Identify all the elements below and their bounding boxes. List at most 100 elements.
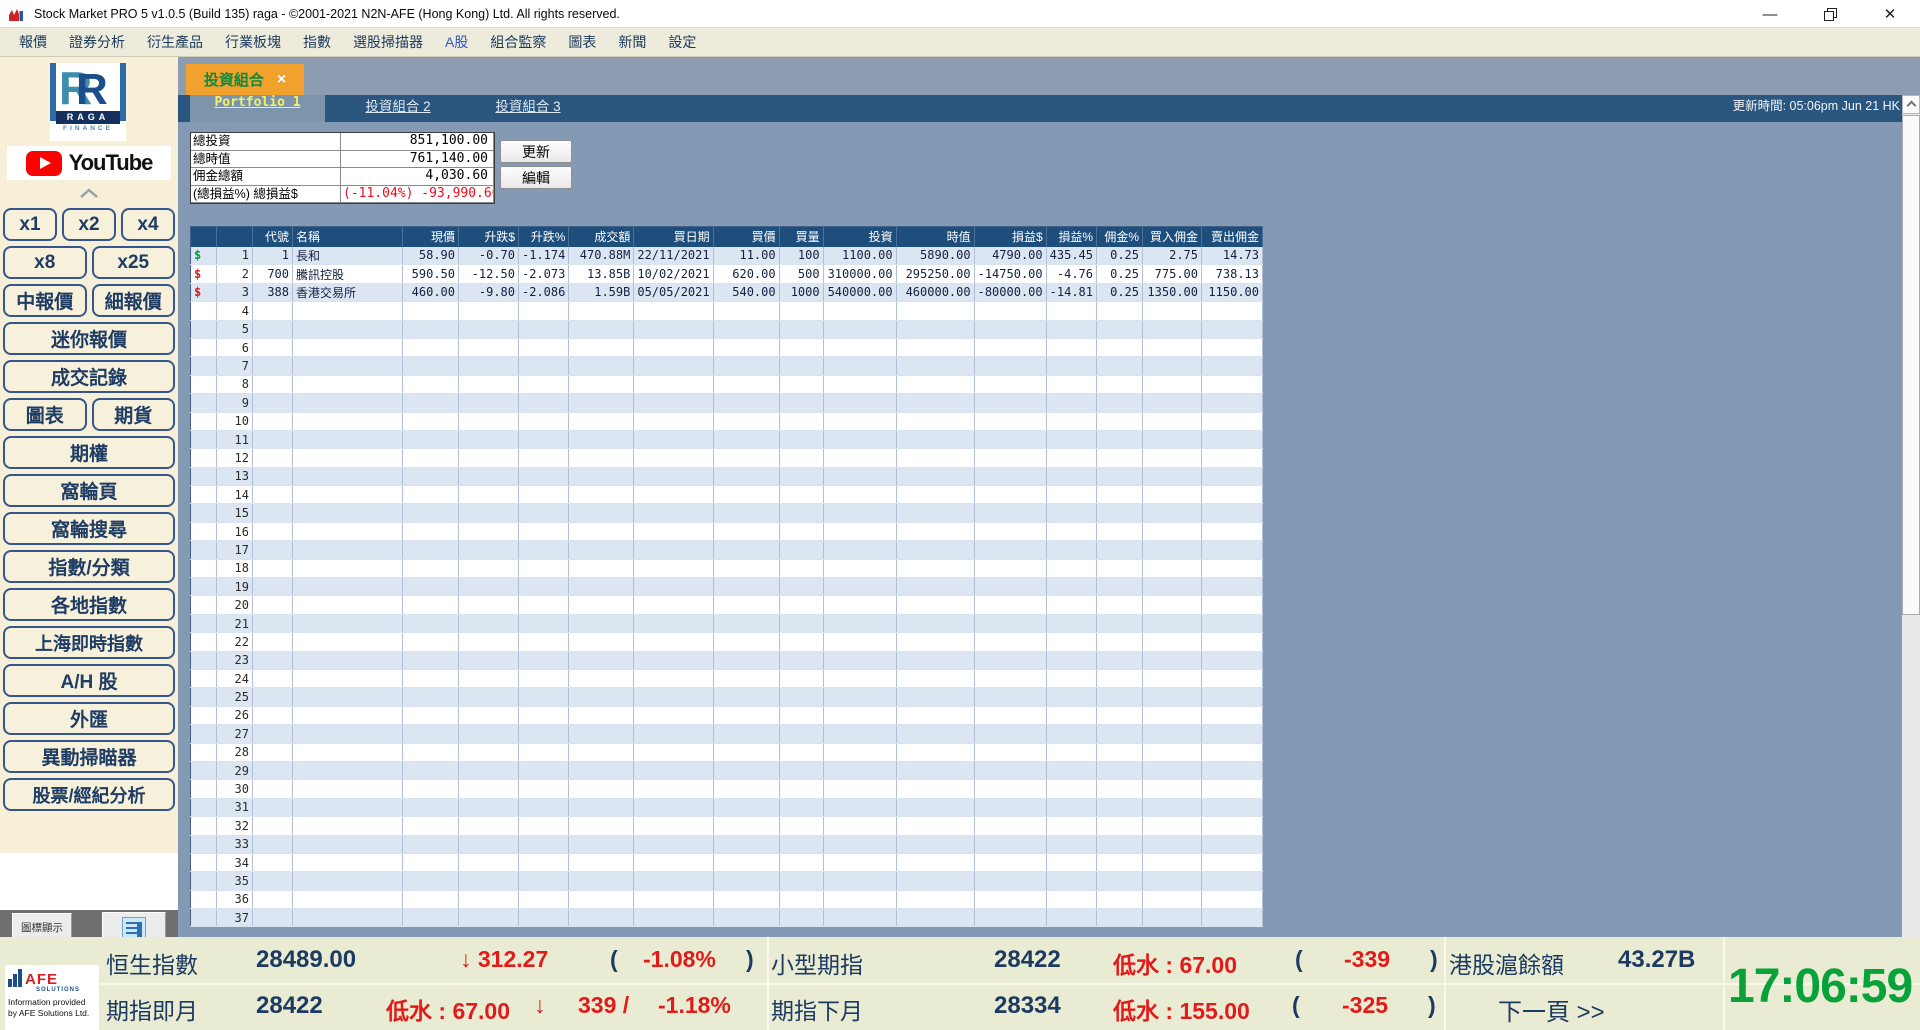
paren: ( [1295,946,1303,972]
tab-portfolio-1[interactable]: Portfolio 1 [190,95,325,122]
table-row-empty[interactable]: 33 [190,835,1263,854]
table-row-empty[interactable]: 16 [190,522,1263,542]
menu-item-1[interactable]: 報價 [19,32,47,52]
youtube-banner[interactable]: YouTube [7,146,171,180]
table-row-empty[interactable]: 18 [190,559,1263,579]
table-row-empty[interactable]: 23 [190,651,1263,670]
menu-item-3[interactable]: 衍生產品 [147,32,203,52]
menu-item-4[interactable]: 行業板塊 [225,32,281,52]
table-row-empty[interactable]: 26 [190,706,1263,726]
sidebar-button[interactable]: 指數/分類 [3,550,175,583]
document-tab-portfolio[interactable]: 投資組合 × [186,64,304,95]
table-row-empty[interactable]: 7 [190,356,1263,376]
tab-close-icon[interactable]: × [277,71,286,89]
table-row[interactable]: $3 388 香港交易所 460.00 -9.80 -2.086 1.59B 05/05/20… [190,283,1263,303]
hsi-pct: -1.08% [643,946,716,972]
table-row-empty[interactable]: 25 [190,687,1263,707]
table-row-empty[interactable]: 20 [190,595,1263,615]
sidebar-button[interactable]: 中報價 [3,284,87,317]
table-row-empty[interactable]: 14 [190,485,1263,505]
sidebar-button[interactable]: 期貨 [91,398,175,431]
sidebar-button[interactable]: 成交記錄 [3,360,175,393]
mini-futures-low: 低水 : 67.00 [1113,952,1237,978]
scrollbar[interactable] [1902,95,1920,937]
table-row-empty[interactable]: 28 [190,743,1263,762]
sidebar-button[interactable]: 細報價 [91,284,175,317]
sidebar-button[interactable]: 各地指數 [3,588,175,621]
clock: 17:06:59 [1728,960,1913,1013]
table-row-empty[interactable]: 22 [190,632,1263,652]
sidebar-button[interactable]: 外匯 [3,702,175,735]
sidebar-button[interactable]: 上海即時指數 [3,626,175,659]
sidebar-button[interactable]: 異動掃瞄器 [3,740,175,773]
document-tab-label: 投資組合 [203,72,264,89]
futures-low: 低水 : 67.00 [386,998,510,1024]
next-page-link[interactable]: 下一頁 >> [1498,992,1605,1027]
sidebar-button[interactable]: 圖表 [3,398,87,431]
table-row-empty[interactable]: 30 [190,779,1263,799]
app-logo-icon [8,5,24,22]
menu-item-8[interactable]: 組合監察 [490,32,546,52]
edit-button[interactable]: 編輯 [500,166,572,189]
menu-item-10[interactable]: 新聞 [618,32,646,52]
table-row-empty[interactable]: 19 [190,577,1263,597]
close-button[interactable]: ✕ [1868,0,1912,28]
table-row-empty[interactable]: 32 [190,816,1263,836]
mini-futures-value: 28422 [994,946,1061,973]
column-header: 佣金% [1096,226,1143,247]
sidebar-button[interactable]: 窩輪頁 [3,474,175,507]
table-row-empty[interactable]: 6 [190,338,1263,358]
table-row-empty[interactable]: 17 [190,540,1263,560]
table-row-empty[interactable]: 36 [190,890,1263,910]
sidebar-button[interactable]: A/H 股 [3,664,175,697]
table-row-empty[interactable]: 35 [190,871,1263,891]
sidebar-button[interactable]: 股票/經紀分析 [3,778,175,811]
table-row-empty[interactable]: 24 [190,669,1263,689]
table-row-empty[interactable]: 21 [190,614,1263,634]
sidebar-buttons: x1 x2 x4 x8 x25 中報價 細報價迷你報價成交記錄圖表 期貨期權窩輪頁窩輪搜尋指數… [0,208,178,816]
table-row-empty[interactable]: 31 [190,798,1263,818]
table-row-empty[interactable]: 15 [190,503,1263,523]
table-row-empty[interactable]: 29 [190,761,1263,781]
table-row-empty[interactable]: 9 [190,393,1263,413]
sidebar-button[interactable]: 窩輪搜尋 [3,512,175,545]
table-row-empty[interactable]: 12 [190,448,1263,468]
portfolio-panel: 總投資 851,100.00 總時值 761,140.00 佣金總額 4,030… [178,122,1902,937]
table-row-empty[interactable]: 8 [190,375,1263,395]
table-row[interactable]: $1 1 長和 58.90 -0.70 -1.174 470.88M 22/11/2021 11… [190,246,1263,266]
scrollbar-thumb[interactable] [1902,115,1920,615]
sidebar-button[interactable]: 期權 [3,436,175,469]
menu-item-5[interactable]: 指數 [303,32,331,52]
restore-icon[interactable] [1808,0,1852,28]
menu-item-2[interactable]: 證券分析 [69,32,125,52]
menu-item-11[interactable]: 設定 [668,32,696,52]
minimize-button[interactable]: — [1748,0,1792,28]
table-row-empty[interactable]: 13 [190,467,1263,487]
table-row-empty[interactable]: 5 [190,320,1263,339]
summary-value: 4,030.60 [341,168,494,186]
sidebar-button[interactable]: x25 [91,246,175,279]
table-row-empty[interactable]: 27 [190,724,1263,744]
table-row-empty[interactable]: 34 [190,853,1263,873]
sidebar-button[interactable]: x2 [62,208,116,241]
table-row-empty[interactable]: 37 [190,908,1263,928]
tab-portfolio-3[interactable]: 投資組合 3 [468,95,588,122]
sidebar-button[interactable]: 迷你報價 [3,322,175,355]
sidebar-button[interactable]: x4 [121,208,175,241]
sidebar-button[interactable]: x8 [3,246,87,279]
collapse-chevron-icon[interactable] [0,185,178,203]
logo-sub-text: FINANCE [63,125,113,132]
tab-portfolio-2[interactable]: 投資組合 2 [338,95,458,122]
menu-item-6[interactable]: 選股掃描器 [353,32,423,52]
table-row[interactable]: $2 700 騰訊控股 590.50 -12.50 -2.073 13.85B 10/02/2… [190,264,1263,284]
table-row-empty[interactable]: 10 [190,412,1263,431]
scroll-up-arrow-icon[interactable] [1902,95,1920,114]
menu-item-7[interactable]: A股 [445,32,468,52]
table-row-empty[interactable]: 11 [190,430,1263,450]
column-header [190,226,217,247]
table-row-empty[interactable]: 4 [190,301,1263,321]
sidebar-button[interactable]: x1 [3,208,57,241]
next-month-chg: -325 [1342,992,1389,1018]
update-button[interactable]: 更新 [500,140,572,163]
menu-item-9[interactable]: 圖表 [568,32,596,52]
